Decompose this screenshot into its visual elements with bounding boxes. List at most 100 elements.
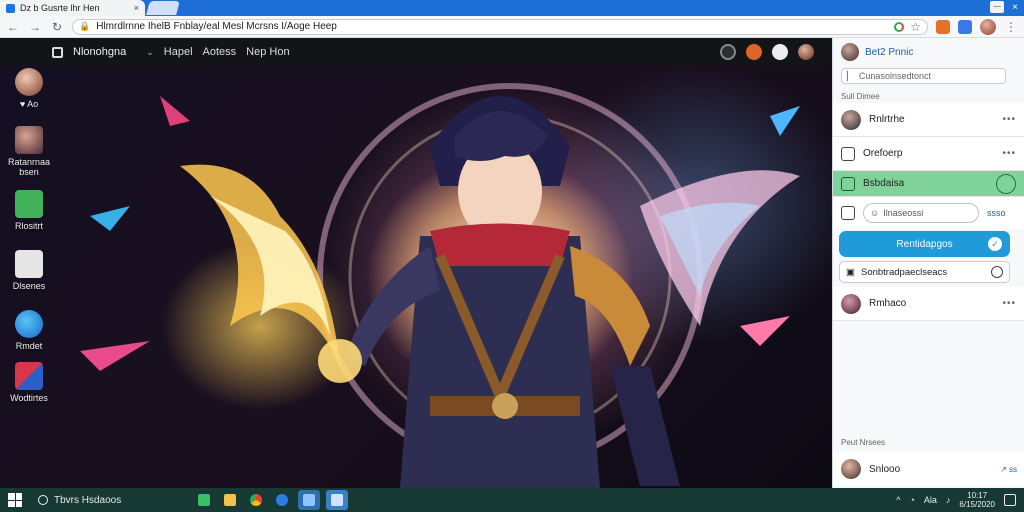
panel-user-name[interactable]: Bet2 Pnnic — [865, 47, 913, 58]
contact-row[interactable]: Orefoerp ••• — [833, 137, 1024, 171]
highlighted-row-label: Bsbdaisa — [863, 178, 905, 189]
tab-active[interactable]: Dz b Gusrte lhr Hen × — [0, 0, 145, 16]
lock-icon: 🔒 — [79, 21, 91, 31]
page-favicon-icon — [6, 3, 15, 13]
desktop-icon-5[interactable]: Rmdet — [0, 310, 58, 351]
nav-item-1[interactable]: Hapel — [164, 46, 193, 58]
chrome-icon — [250, 494, 262, 506]
desktop-icon-label: Dlsenes — [12, 281, 46, 291]
taskbar-app-3[interactable] — [246, 490, 266, 510]
taskbar-app-4[interactable] — [272, 490, 292, 510]
calendar-icon — [841, 146, 855, 161]
footer-contact-row[interactable]: Snlooo ↗ ss — [833, 452, 1024, 486]
folder-icon — [224, 494, 236, 506]
field-indicator: ssso — [987, 208, 1006, 218]
panel-select-value: Sonbtradpaeclseacs — [860, 266, 948, 278]
settings-icon[interactable] — [772, 44, 788, 60]
timer-icon — [841, 206, 855, 220]
new-tab-button[interactable] — [146, 1, 180, 15]
contact-avatar — [841, 293, 861, 314]
panel-text-field[interactable]: ☺ Ilnaseossi — [863, 203, 979, 223]
taskbar-app-1[interactable] — [194, 490, 214, 510]
taskbar: Tbvrs Hsdaoos ^ ◔ Ala ♪ 10:17 6/15/2020 — [0, 488, 1024, 512]
windows-start-icon[interactable] — [8, 493, 22, 507]
more-options-icon[interactable]: ••• — [1002, 148, 1016, 159]
app-header: Nlonohgna ⌄ Hapel Aotess Nep Hon — [0, 38, 832, 66]
star-icon[interactable]: ☆ — [910, 20, 921, 34]
google-lens-icon[interactable] — [894, 21, 905, 32]
contact-name: Rnlrtrhe — [869, 114, 905, 125]
desktop-icon-4[interactable]: Dlsenes — [0, 250, 58, 291]
search-circle-icon[interactable] — [996, 173, 1016, 194]
tray-clock[interactable]: 10:17 6/15/2020 — [959, 491, 995, 509]
minimize-button[interactable]: — — [990, 1, 1005, 13]
primary-action-label: Rentidapgos — [896, 238, 953, 250]
edge-browser-icon — [15, 310, 43, 338]
desktop-icon-1[interactable]: ♥ Ao — [0, 68, 58, 109]
tab-title: Dz b Gusrte lhr Hen — [20, 3, 100, 13]
portrait-app-icon — [15, 126, 43, 154]
smile-icon: ☺ — [870, 208, 880, 218]
contact-row[interactable]: Rmhaco ••• — [833, 287, 1024, 321]
mail-icon — [331, 494, 343, 506]
extension-puzzle-icon[interactable] — [958, 19, 972, 34]
notification-center-icon[interactable] — [1004, 494, 1016, 506]
browser-toolbar: ← → ↻ 🔒 Hlmrdlrnne IhelB Fnblay/eal Mesl… — [0, 16, 1024, 38]
file-explorer-icon — [198, 494, 210, 506]
tray-language[interactable]: Ala — [924, 495, 937, 505]
nav-item-3[interactable]: Nep Hon — [246, 46, 289, 58]
reload-button[interactable]: ↻ — [50, 20, 64, 34]
panel-footer-section-label: Peut Nrsees — [841, 438, 886, 447]
panel-search-input[interactable]: ▏ Cunasolnsedtonct — [841, 68, 1006, 84]
search-icon — [38, 495, 48, 505]
system-tray: ^ ◔ Ala ♪ 10:17 6/15/2020 — [896, 491, 1016, 509]
drive-icon — [15, 250, 43, 278]
taskbar-app-6[interactable] — [326, 490, 348, 510]
fox-app-icon[interactable] — [746, 44, 762, 60]
contact-name: Rmhaco — [869, 298, 907, 309]
nav-item-2[interactable]: Aotess — [203, 46, 237, 58]
panel-text-field-value: Ilnaseossi — [883, 208, 924, 218]
back-button[interactable]: ← — [6, 20, 20, 34]
contact-name: Orefoerp — [863, 148, 903, 159]
more-options-icon[interactable]: ••• — [1002, 114, 1016, 125]
footer-row-indicator: ↗ ss — [1000, 464, 1017, 474]
browser-menu-icon[interactable]: ⋮ — [1004, 20, 1018, 34]
avatar-app-icon — [15, 68, 43, 96]
panel-search-placeholder: Cunasolnsedtonct — [858, 71, 931, 81]
user-avatar[interactable] — [798, 44, 814, 60]
tab-close-icon[interactable]: × — [134, 3, 139, 13]
volume-icon[interactable]: ♪ — [946, 495, 951, 505]
document-icon: ▣ — [846, 266, 855, 278]
address-url[interactable]: Hlmrdlrnne IhelB Fnblay/eal Mesl Mcrsns … — [96, 21, 888, 32]
app-brand[interactable]: Nlonohgna — [73, 46, 126, 58]
desktop-icon-2[interactable]: Ratanrnaa bsen — [0, 126, 58, 177]
profile-avatar[interactable] — [980, 18, 996, 35]
network-icon[interactable]: ◔ — [909, 495, 914, 505]
contact-avatar — [841, 109, 861, 130]
window-controls: — × — [990, 1, 1018, 13]
radio-icon[interactable] — [991, 266, 1003, 278]
primary-action-button[interactable]: Rentidapgos ✓ — [839, 231, 1010, 257]
panel-header: Bet2 Pnnic — [833, 38, 1024, 66]
taskbar-search[interactable]: Tbvrs Hsdaoos — [28, 495, 178, 506]
panel-user-avatar[interactable] — [841, 43, 859, 61]
hero-artwork: ♥ Ao Ratanrnaa bsen Rlositrt Dlsenes Rmd… — [0, 66, 832, 488]
panel-select[interactable]: ▣ Sonbtradpaeclseacs — [839, 261, 1010, 283]
close-window-button[interactable]: × — [1012, 2, 1018, 13]
taskbar-app-2[interactable] — [220, 490, 240, 510]
more-options-icon[interactable]: ••• — [1002, 298, 1016, 309]
highlighted-row[interactable]: Bsbdaisa — [833, 171, 1024, 197]
taskbar-search-text: Tbvrs Hsdaoos — [54, 494, 122, 506]
clock-time: 10:17 — [967, 491, 988, 500]
desktop-icon-6[interactable]: Wodtirtes — [0, 362, 58, 403]
menu-chevron-icon[interactable]: ⌄ — [146, 47, 154, 58]
tray-chevron-icon[interactable]: ^ — [896, 495, 900, 505]
forward-button[interactable]: → — [28, 20, 42, 34]
notifications-icon[interactable] — [720, 44, 736, 60]
desktop-icon-3[interactable]: Rlositrt — [0, 190, 58, 231]
extension-fox-icon[interactable] — [936, 19, 950, 34]
contact-row[interactable]: Rnlrtrhe ••• — [833, 103, 1024, 137]
address-bar[interactable]: 🔒 Hlmrdlrnne IhelB Fnblay/eal Mesl Mcrsn… — [72, 18, 928, 35]
taskbar-app-5[interactable] — [298, 490, 320, 510]
